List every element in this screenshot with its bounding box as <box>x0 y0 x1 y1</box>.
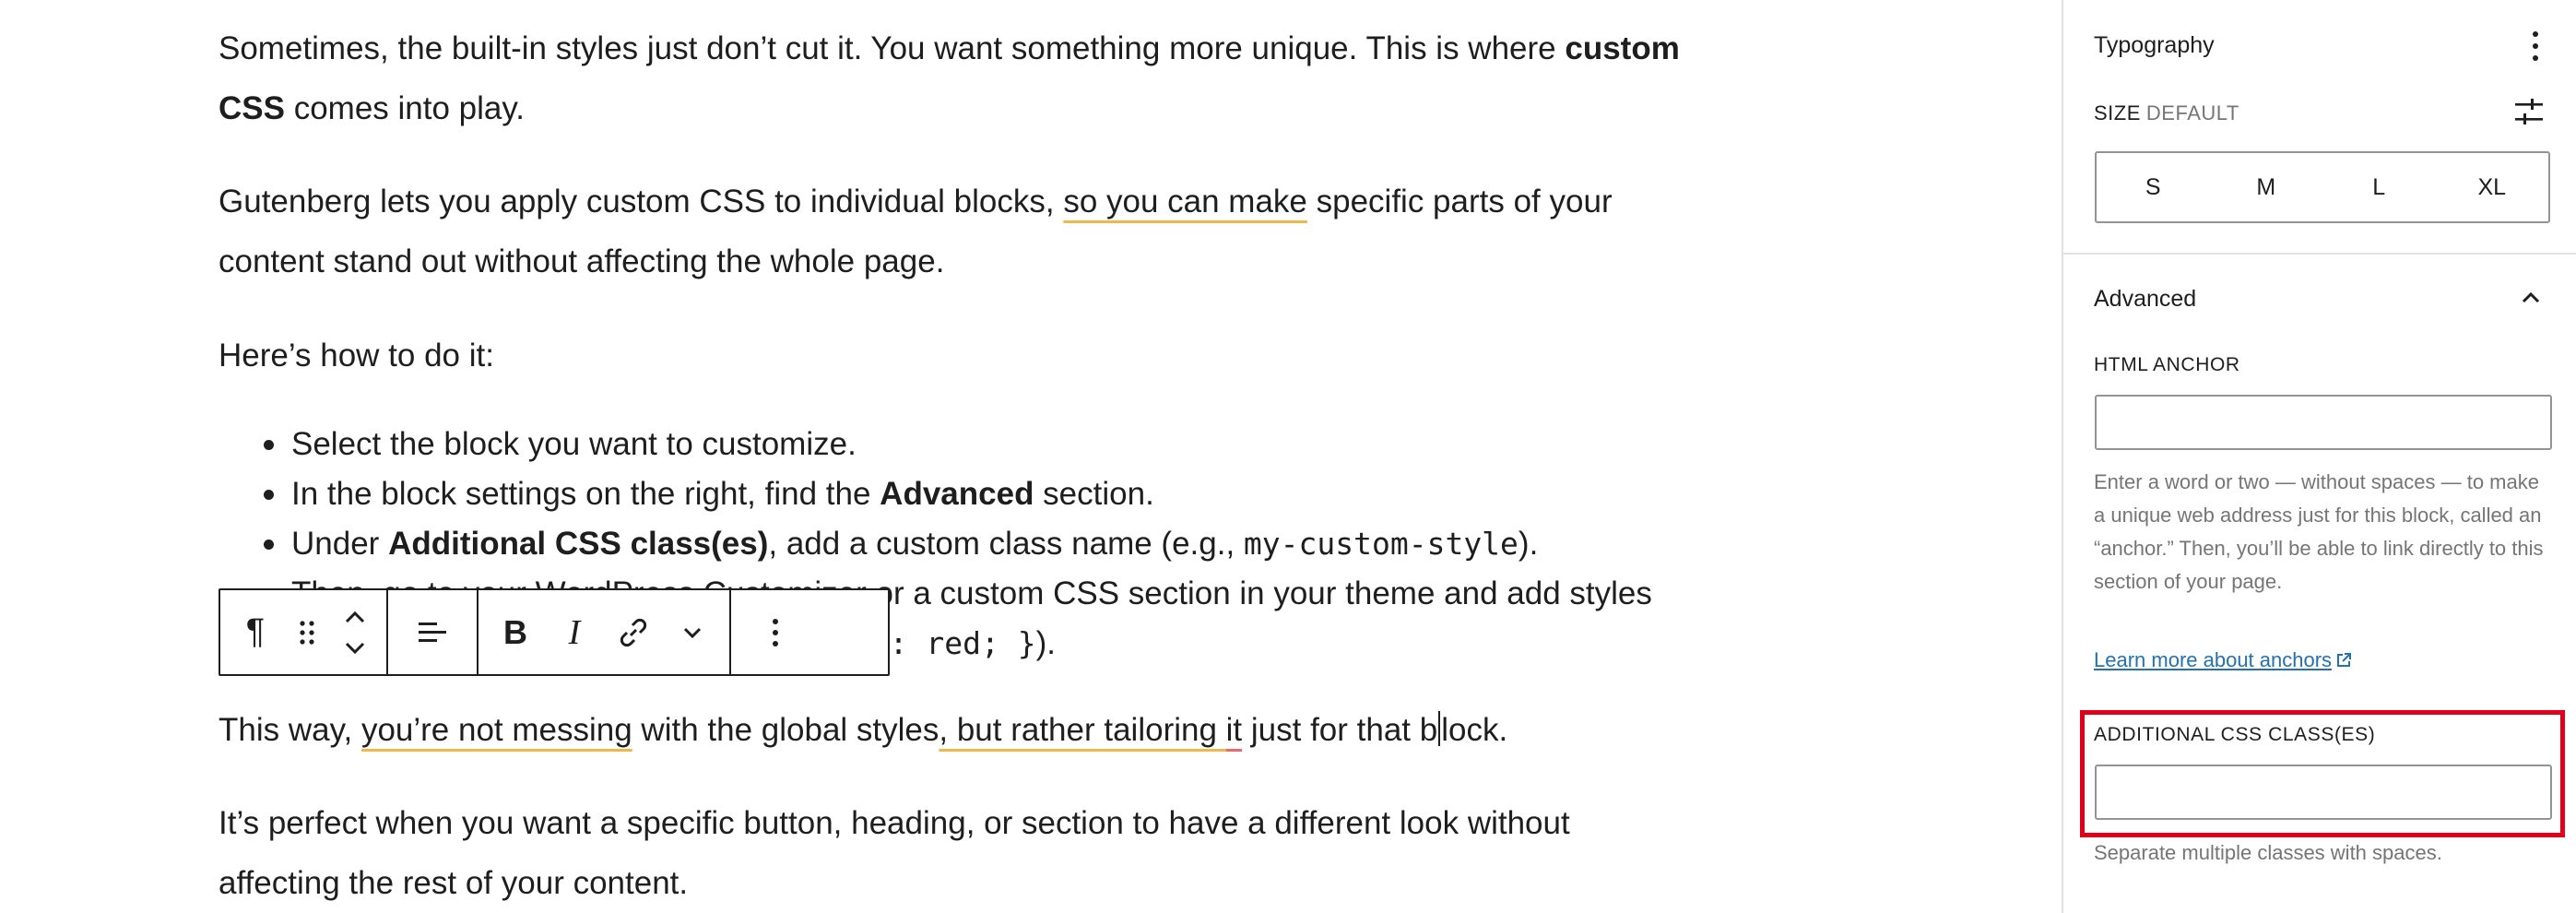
italic-button[interactable]: I <box>545 590 604 674</box>
css-class-label: ADDITIONAL CSS CLASS(ES) <box>2094 724 2376 745</box>
grammar-suggestion[interactable]: , but rather tailoring <box>939 712 1225 748</box>
more-formats-button[interactable] <box>663 590 722 674</box>
html-anchor-input[interactable] <box>2095 395 2552 450</box>
html-anchor-label: HTML ANCHOR <box>2094 354 2240 375</box>
paragraph-how-to[interactable]: Here’s how to do it: <box>219 326 494 385</box>
options-button[interactable] <box>731 590 820 674</box>
spelling-suggestion[interactable]: it <box>1226 712 1243 748</box>
font-size-value: DEFAULT <box>2145 101 2239 125</box>
move-up-icon[interactable] <box>342 608 368 626</box>
bold-text: custom <box>1565 30 1680 66</box>
paragraph-text: Gutenberg lets you apply custom CSS to i… <box>219 184 1064 219</box>
text-cursor <box>1438 711 1441 746</box>
block-type-group: ¶ <box>220 590 388 674</box>
bold-text: CSS <box>219 90 285 126</box>
list-item: Select the block you want to customize. <box>264 420 1652 469</box>
drag-handle-icon <box>300 620 314 645</box>
custom-size-toggle[interactable] <box>2513 96 2545 127</box>
paragraph-icon: ¶ <box>245 612 266 651</box>
font-size-option-s[interactable]: S <box>2097 153 2210 221</box>
font-size-option-m[interactable]: M <box>2210 153 2323 221</box>
font-size-header: SIZE DEFAULT <box>2094 101 2239 125</box>
more-options-icon <box>773 618 778 646</box>
options-group <box>731 590 820 674</box>
italic-icon: I <box>568 612 581 652</box>
move-down-icon[interactable] <box>342 639 368 658</box>
format-group: B I <box>479 590 731 674</box>
drag-handle[interactable] <box>285 590 329 674</box>
editor-canvas[interactable]: Sometimes, the built-in styles just don’… <box>0 0 2062 913</box>
typography-panel-title: Typography <box>2094 32 2215 58</box>
learn-more-anchors-link[interactable]: Learn more about anchors <box>2094 648 2352 672</box>
font-size-label: SIZE <box>2094 101 2141 125</box>
paragraph-perfect[interactable]: It’s perfect when you want a specific bu… <box>219 793 1570 913</box>
chevron-down-icon <box>683 627 702 638</box>
grammar-suggestion[interactable]: so you can make <box>1063 184 1307 219</box>
bold-icon: B <box>503 612 527 651</box>
html-anchor-help: Enter a word or two — without spaces — t… <box>2094 470 2544 593</box>
align-group <box>388 590 479 674</box>
font-size-option-xl[interactable]: XL <box>2436 153 2549 221</box>
chevron-up-icon <box>2522 291 2540 303</box>
paragraph-button[interactable]: ¶ <box>226 590 285 674</box>
grammar-suggestion[interactable]: you’re not messing <box>361 712 632 748</box>
advanced-panel-toggle[interactable]: Advanced <box>2094 286 2196 313</box>
font-size-picker: S M L XL <box>2095 151 2550 223</box>
paragraph-text: Here’s how to do it: <box>219 338 494 374</box>
external-link-icon <box>2337 653 2352 667</box>
advanced-collapse-button[interactable] <box>2517 284 2545 312</box>
link-icon <box>620 618 647 646</box>
inline-code: my-custom-style <box>1243 526 1518 562</box>
paragraph-custom-css[interactable]: Sometimes, the built-in styles just don’… <box>219 18 1680 138</box>
list-item: In the block settings on the right, find… <box>264 469 1652 519</box>
paragraph-text: comes into play. <box>284 90 525 126</box>
panel-divider <box>2063 253 2576 255</box>
paragraph-text: specific parts of your <box>1306 184 1613 219</box>
typography-options-icon[interactable] <box>2526 28 2545 65</box>
align-icon <box>419 622 446 642</box>
sliders-icon <box>2515 99 2543 125</box>
paragraph-this-way[interactable]: This way, you’re not messing with the gl… <box>219 700 1507 760</box>
bold-button[interactable]: B <box>486 590 545 674</box>
css-class-help: Separate multiple classes with spaces. <box>2094 841 2442 864</box>
paragraph-text: content stand out without affecting the … <box>219 243 945 279</box>
block-toolbar: ¶ B I <box>219 588 890 676</box>
paragraph-gutenberg[interactable]: Gutenberg lets you apply custom CSS to i… <box>219 172 1613 291</box>
move-buttons <box>329 590 381 674</box>
paragraph-text: Sometimes, the built-in styles just don’… <box>219 30 1566 66</box>
align-button[interactable] <box>388 590 477 674</box>
block-settings-sidebar: Typography SIZE DEFAULT S M L XL Advanced… <box>2062 0 2576 913</box>
css-class-input[interactable] <box>2095 765 2552 820</box>
link-button[interactable] <box>604 590 663 674</box>
list-item: Under Additional CSS class(es), add a cu… <box>264 519 1652 569</box>
font-size-option-l[interactable]: L <box>2322 153 2436 221</box>
